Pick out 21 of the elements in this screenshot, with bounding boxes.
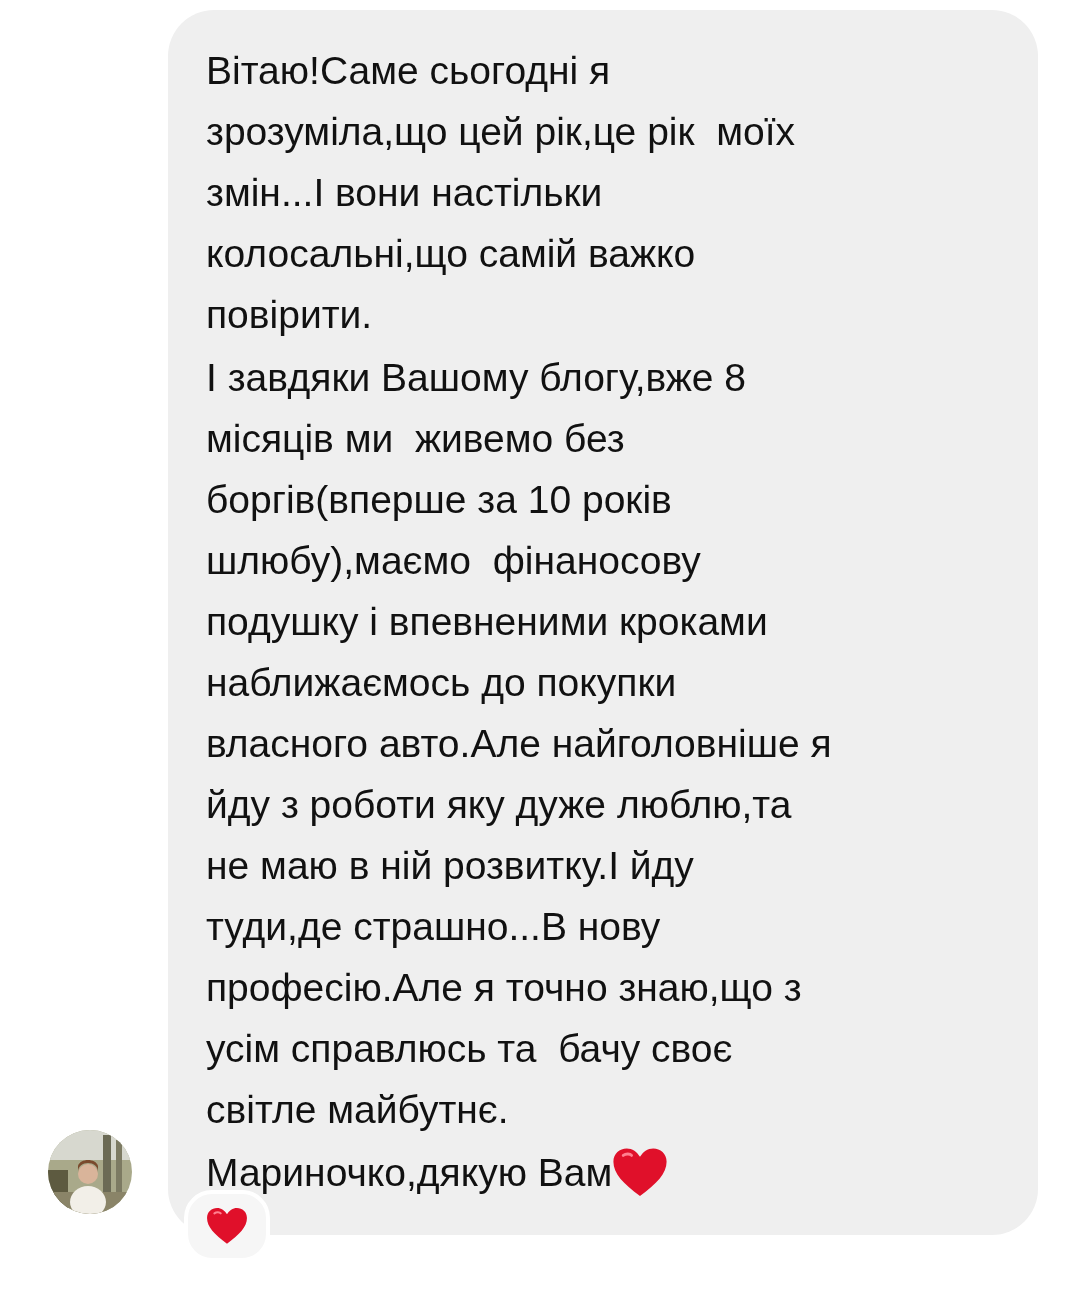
message-text: власного авто.Але найголовніше я xyxy=(206,721,832,767)
message-text: зрозуміла,що цей рік,це рік моїх xyxy=(206,109,796,155)
message-text: світле майбутнє. xyxy=(206,1087,509,1133)
message-text: І завдяки Вашому блогу,вже 8 xyxy=(206,355,747,401)
message-text: подушку і впевненими кроками xyxy=(206,599,768,645)
heart-icon xyxy=(206,1207,248,1245)
message-text: туди,де страшно...В нову xyxy=(206,904,661,950)
message-text: не маю в ній розвитку.І йду xyxy=(206,843,694,889)
message-text: йду з роботи яку дуже люблю,та xyxy=(206,782,792,828)
message-text: Вітаю!Саме сьогодні я xyxy=(206,48,611,94)
heart-icon xyxy=(612,1147,669,1198)
message-text: наближаємось до покупки xyxy=(206,660,677,706)
message-text: професію.Але я точно знаю,що з xyxy=(206,965,802,1011)
message-text: місяців ми живемо без xyxy=(206,416,625,462)
message-text: усім справлюсь та бачу своє xyxy=(206,1026,733,1072)
message-text: Мариночко,дякую Вам xyxy=(206,1150,613,1196)
message-text: колосальні,що самій важко xyxy=(206,231,696,277)
message-text: боргів(вперше за 10 років xyxy=(206,477,672,523)
message-text: шлюбу),маємо фінаносову xyxy=(206,538,701,584)
message-text: змін...І вони настільки xyxy=(206,170,603,216)
message-text: повірити. xyxy=(206,292,373,338)
